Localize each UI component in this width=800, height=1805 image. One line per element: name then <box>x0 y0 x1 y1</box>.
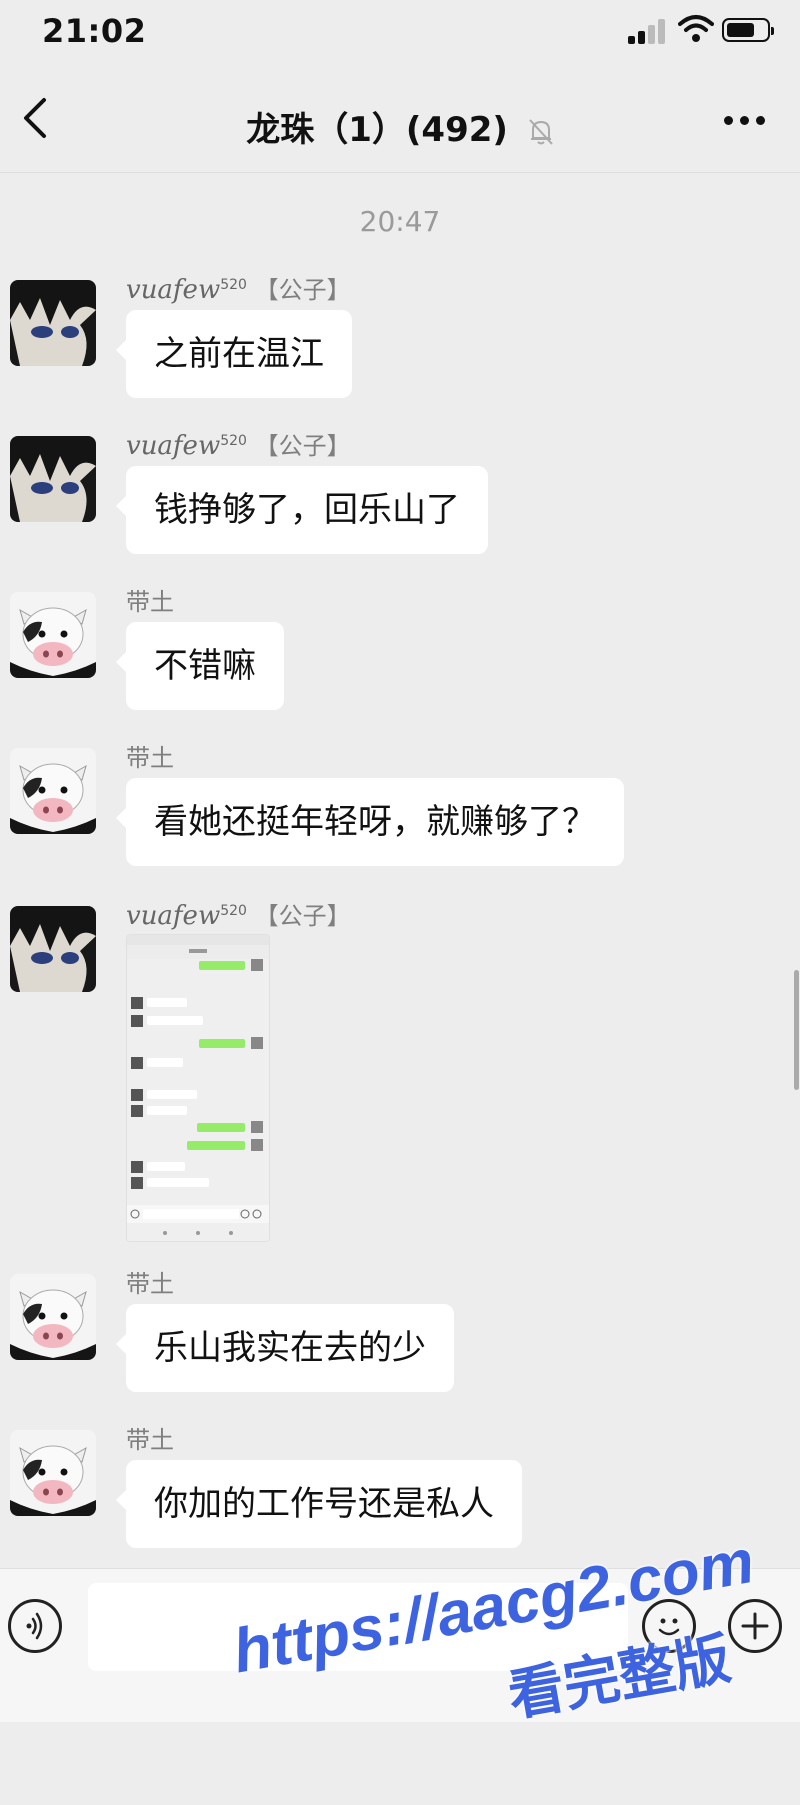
battery-icon <box>722 18 774 42</box>
plus-icon <box>741 1612 769 1640</box>
cow-avatar[interactable] <box>10 1274 96 1360</box>
sender-name: 带土 <box>126 588 174 616</box>
message-bubble[interactable]: 乐山我实在去的少 <box>116 1304 454 1392</box>
anime-avatar[interactable] <box>10 436 96 522</box>
message-bubble[interactable]: 你加的工作号还是私人 <box>116 1460 522 1548</box>
screenshot-image[interactable] <box>126 934 270 1242</box>
message-timestamp: 20:47 <box>359 205 441 238</box>
voice-button[interactable] <box>8 1599 62 1653</box>
mute-icon <box>529 118 553 145</box>
sender-name: 带土 <box>126 744 174 772</box>
plus-button[interactable] <box>728 1599 782 1653</box>
voice-icon <box>26 1612 43 1640</box>
cow-avatar[interactable] <box>10 1430 96 1516</box>
message-bubble[interactable]: 钱挣够了，回乐山了 <box>116 466 488 554</box>
scrollbar[interactable] <box>794 970 799 1090</box>
emoji-button[interactable] <box>642 1599 696 1653</box>
anime-avatar[interactable] <box>10 906 96 992</box>
wifi-icon <box>678 15 714 42</box>
message-bubble[interactable]: 之前在温江 <box>116 310 352 398</box>
cow-avatar[interactable] <box>10 592 96 678</box>
chat-header: 龙珠（1）(492) <box>0 62 800 173</box>
status-time: 21:02 <box>42 12 147 50</box>
chat-title-text: 龙珠（1）(492) <box>246 110 508 150</box>
message-bubble[interactable]: 不错嘛 <box>116 622 284 710</box>
chat-title: 龙珠（1）(492) <box>0 102 800 151</box>
sender-name: vuafew520 【公子】 <box>126 431 351 461</box>
message-bubble[interactable]: 看她还挺年轻呀，就赚够了？ <box>116 778 624 866</box>
anime-avatar[interactable] <box>10 280 96 366</box>
more-icon[interactable] <box>720 110 770 130</box>
sender-name: vuafew520 【公子】 <box>126 275 351 305</box>
cow-avatar[interactable] <box>10 748 96 834</box>
signal-icon <box>628 18 668 44</box>
sender-name: 带土 <box>126 1270 174 1298</box>
sender-name: 带土 <box>126 1426 174 1454</box>
emoji-icon <box>658 1618 680 1636</box>
message-input[interactable] <box>88 1583 628 1671</box>
status-bar: 21:02 <box>0 0 800 62</box>
sender-name: vuafew520 【公子】 <box>126 901 351 931</box>
input-bar <box>0 1568 800 1722</box>
